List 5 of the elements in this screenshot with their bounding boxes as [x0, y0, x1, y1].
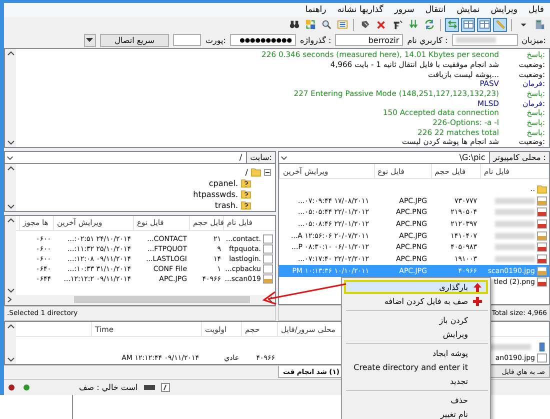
- port-label: پورت:: [205, 36, 226, 45]
- host-label: میزبان:: [522, 36, 546, 45]
- queue-status: صف : خالي است: [79, 383, 138, 392]
- password-label: گذرواژه :: [300, 36, 332, 45]
- username-label: نام کاربري :: [407, 36, 448, 45]
